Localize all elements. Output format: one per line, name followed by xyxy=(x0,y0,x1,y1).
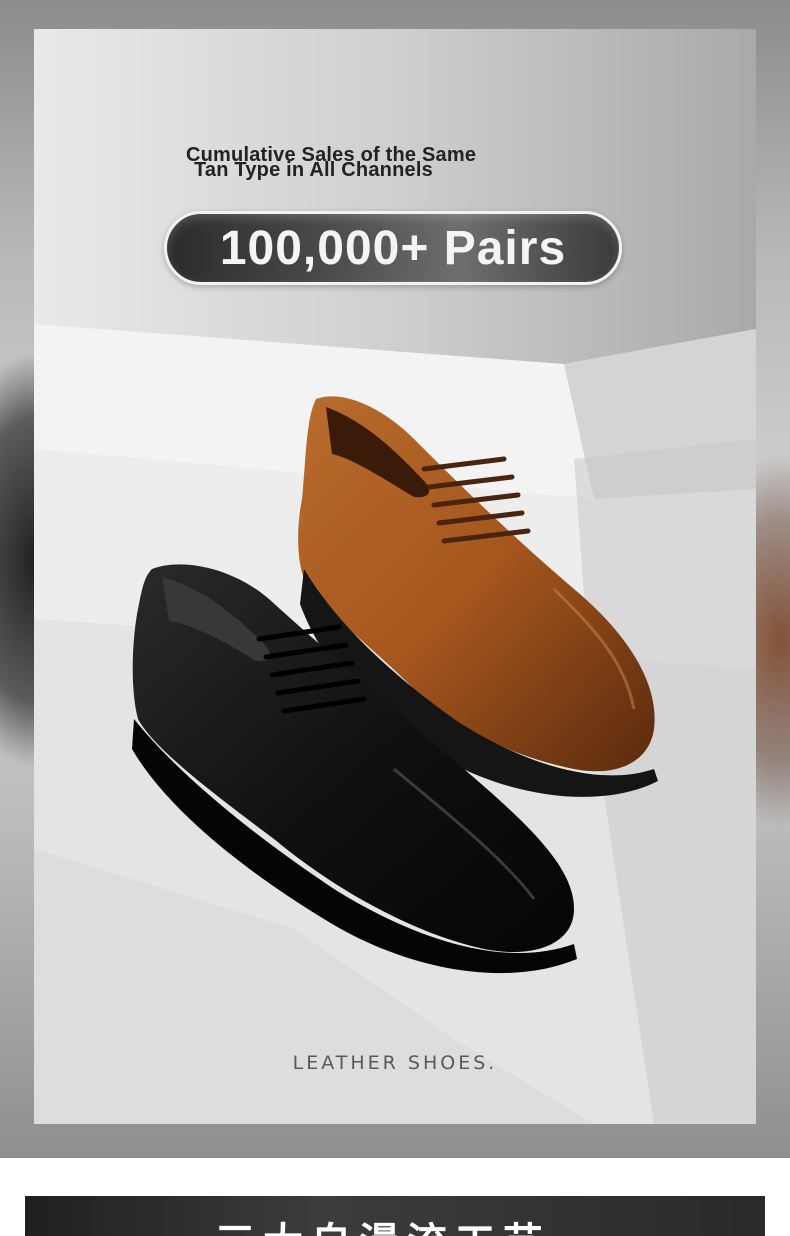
sales-headline: Cumulative Sales of the Same Tan Type in… xyxy=(186,145,606,181)
product-detail-page: Cumulative Sales of the Same Tan Type in… xyxy=(0,0,790,1236)
product-photo-card: Cumulative Sales of the Same Tan Type in… xyxy=(34,29,756,1124)
product-caption: LEATHER SHOES. xyxy=(292,1052,498,1074)
shoes-on-stairs-illustration xyxy=(34,29,756,1124)
sales-headline-line2: Tan Type in All Channels xyxy=(194,159,433,181)
sales-count-badge: 100,000+ Pairs xyxy=(164,211,622,285)
next-section-title: 三大自漫流工艺 xyxy=(215,1210,551,1236)
sales-count-text: 100,000+ Pairs xyxy=(219,221,567,275)
next-section-banner: 三大自漫流工艺 xyxy=(25,1196,765,1236)
